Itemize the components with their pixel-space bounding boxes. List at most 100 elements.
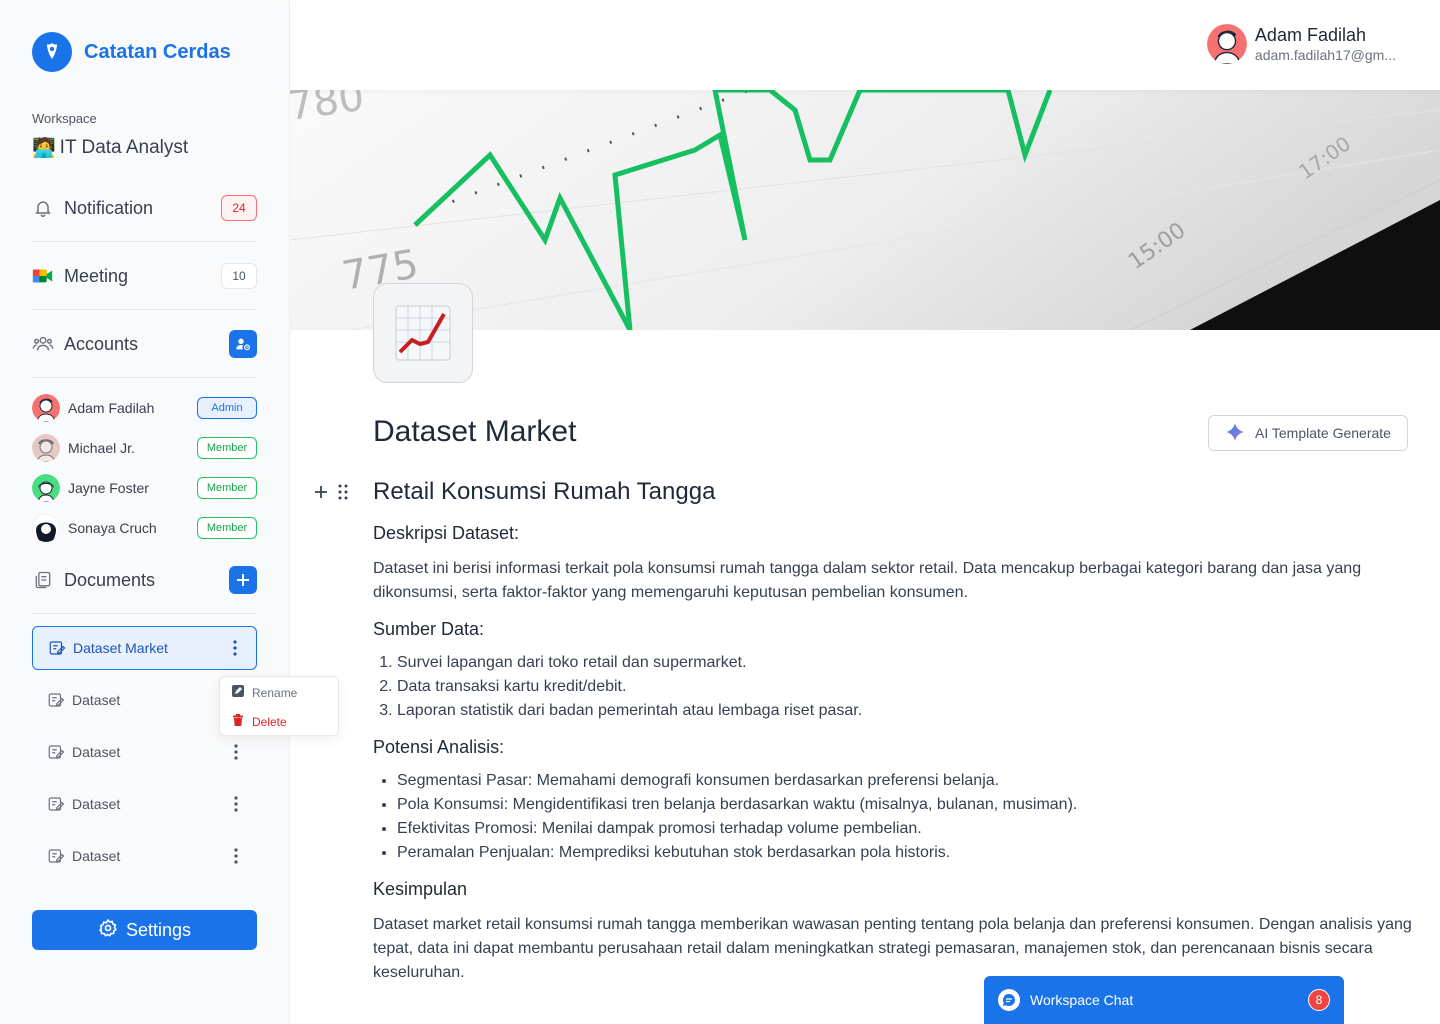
sidebar: Catatan Cerdas Workspace 🧑‍💻 IT Data Ana…: [0, 0, 290, 1024]
users-icon: [32, 333, 54, 355]
document-label: Dataset Market: [73, 640, 168, 656]
bell-icon: [32, 197, 54, 219]
delete-menu-item[interactable]: Delete: [232, 714, 287, 729]
workspace-chat-bar[interactable]: Workspace Chat 8: [984, 976, 1344, 1024]
document-edit-icon: [46, 742, 66, 762]
heading-kesimpulan: Kesimpulan: [373, 879, 468, 899]
delete-label: Delete: [252, 714, 287, 729]
document-item[interactable]: Dataset: [32, 730, 257, 774]
document-context-menu: Rename Delete: [219, 676, 339, 736]
document-edit-icon: [46, 846, 66, 866]
account-name: Jayne Foster: [68, 480, 149, 496]
avatar: [32, 474, 60, 502]
documents-icon: [32, 569, 54, 591]
workspace-emoji-icon: 🧑‍💻: [32, 138, 56, 159]
list-item: Data transaksi kartu kredit/debit.: [397, 675, 1413, 699]
role-badge: Member: [197, 477, 257, 499]
document-item[interactable]: Dataset: [32, 782, 257, 826]
role-badge: Admin: [197, 397, 257, 419]
account-name: Michael Jr.: [68, 440, 135, 456]
document-edit-icon: [46, 690, 66, 710]
user-avatar: [1206, 24, 1247, 64]
workspace-name-text: IT Data Analyst: [59, 137, 189, 158]
document-label: Dataset: [72, 848, 121, 864]
gear-icon: [98, 918, 118, 943]
nav-documents-label: Documents: [64, 569, 156, 590]
heading-potensi: Potensi Analisis:: [373, 737, 505, 757]
more-options-icon[interactable]: [226, 639, 244, 657]
notification-count-badge: 24: [221, 195, 257, 221]
list-item: Pola Konsumsi: Mengidentifikasi tren bel…: [397, 793, 1413, 817]
role-badge: Member: [197, 437, 257, 459]
more-options-icon[interactable]: [227, 743, 245, 761]
more-options-icon[interactable]: [227, 847, 245, 865]
settings-button[interactable]: Settings: [32, 910, 257, 950]
workspace-name[interactable]: 🧑‍💻 IT Data Analyst: [32, 136, 188, 160]
nav-meeting[interactable]: Meeting 10: [32, 261, 257, 291]
role-badge: Member: [197, 517, 257, 539]
rename-label: Rename: [252, 685, 298, 700]
add-document-button[interactable]: [229, 566, 257, 594]
pencil-icon: [232, 685, 244, 700]
avatar: [32, 514, 60, 542]
settings-label: Settings: [125, 919, 192, 940]
trash-icon: [232, 714, 244, 729]
account-name: Adam Fadilah: [68, 400, 155, 416]
manage-accounts-button[interactable]: [229, 330, 257, 358]
heading-deskripsi: Deskripsi Dataset:: [373, 523, 520, 543]
chart-increasing-icon: [395, 305, 451, 361]
account-row[interactable]: Jayne Foster Member: [32, 474, 257, 502]
account-name: Sonaya Cruch: [68, 520, 157, 536]
divider: [32, 377, 257, 378]
brand[interactable]: Catatan Cerdas: [32, 32, 231, 72]
block-tools: [314, 484, 348, 505]
nav-meeting-label: Meeting: [64, 265, 129, 286]
page-icon[interactable]: [373, 283, 473, 383]
document-edit-icon: [47, 638, 67, 658]
drag-handle-icon[interactable]: [338, 484, 348, 505]
list-item: Laporan statistik dari badan pemerintah …: [397, 699, 1413, 723]
add-block-icon[interactable]: [314, 485, 328, 504]
divider: [32, 613, 257, 614]
document-label: Dataset: [72, 796, 121, 812]
heading-retail: Retail Konsumsi Rumah Tangga: [373, 478, 716, 505]
list-item: Peramalan Penjualan: Memprediksi kebutuh…: [397, 841, 1413, 865]
brand-logo-icon: [32, 32, 72, 72]
account-row[interactable]: Sonaya Cruch Member: [32, 514, 257, 542]
nav-notification[interactable]: Notification 24: [32, 193, 257, 223]
workspace-chat-label: Workspace Chat: [1030, 992, 1134, 1008]
user-name: Adam Fadilah: [1254, 25, 1366, 45]
more-options-icon[interactable]: [227, 795, 245, 813]
nav-documents[interactable]: Documents: [32, 565, 257, 595]
ai-template-generate-label: AI Template Generate: [1255, 425, 1391, 441]
list-sumber: Survei lapangan dari toko retail dan sup…: [373, 651, 1413, 723]
top-bar: Adam Fadilah adam.fadilah17@gm...: [290, 0, 1440, 90]
user-email: adam.fadilah17@gm...: [1254, 47, 1396, 63]
user-profile[interactable]: Adam Fadilah adam.fadilah17@gm...: [1206, 24, 1396, 64]
document-content[interactable]: Retail Konsumsi Rumah Tangga Deskripsi D…: [373, 475, 1413, 985]
heading-sumber: Sumber Data:: [373, 619, 485, 639]
list-item: Survei lapangan dari toko retail dan sup…: [397, 651, 1413, 675]
chat-unread-badge: 8: [1308, 989, 1330, 1011]
rename-menu-item[interactable]: Rename: [232, 685, 297, 700]
nav-accounts[interactable]: Accounts: [32, 329, 257, 359]
account-row[interactable]: Adam Fadilah Admin: [32, 394, 257, 422]
ai-template-generate-button[interactable]: AI Template Generate: [1208, 415, 1408, 451]
page-title[interactable]: Dataset Market: [373, 415, 576, 449]
document-item-active[interactable]: Dataset Market: [32, 626, 257, 670]
chat-bubble-icon: [998, 989, 1020, 1011]
document-item[interactable]: Dataset: [32, 834, 257, 878]
list-item: Efektivitas Promosi: Menilai dampak prom…: [397, 817, 1413, 841]
account-row[interactable]: Michael Jr. Member: [32, 434, 257, 462]
list-item: Segmentasi Pasar: Memahami demografi kon…: [397, 769, 1413, 793]
list-potensi: Segmentasi Pasar: Memahami demografi kon…: [373, 769, 1413, 865]
workspace-label: Workspace: [32, 111, 97, 126]
meet-video-icon: [32, 265, 54, 287]
document-edit-icon: [46, 794, 66, 814]
brand-name: Catatan Cerdas: [84, 40, 231, 63]
paragraph-deskripsi: Dataset ini berisi informasi terkait pol…: [373, 560, 1362, 601]
divider: [32, 309, 257, 310]
paragraph-kesimpulan: Dataset market retail konsumsi rumah tan…: [373, 916, 1412, 981]
meeting-count-badge: 10: [221, 263, 257, 289]
avatar: [32, 434, 60, 462]
